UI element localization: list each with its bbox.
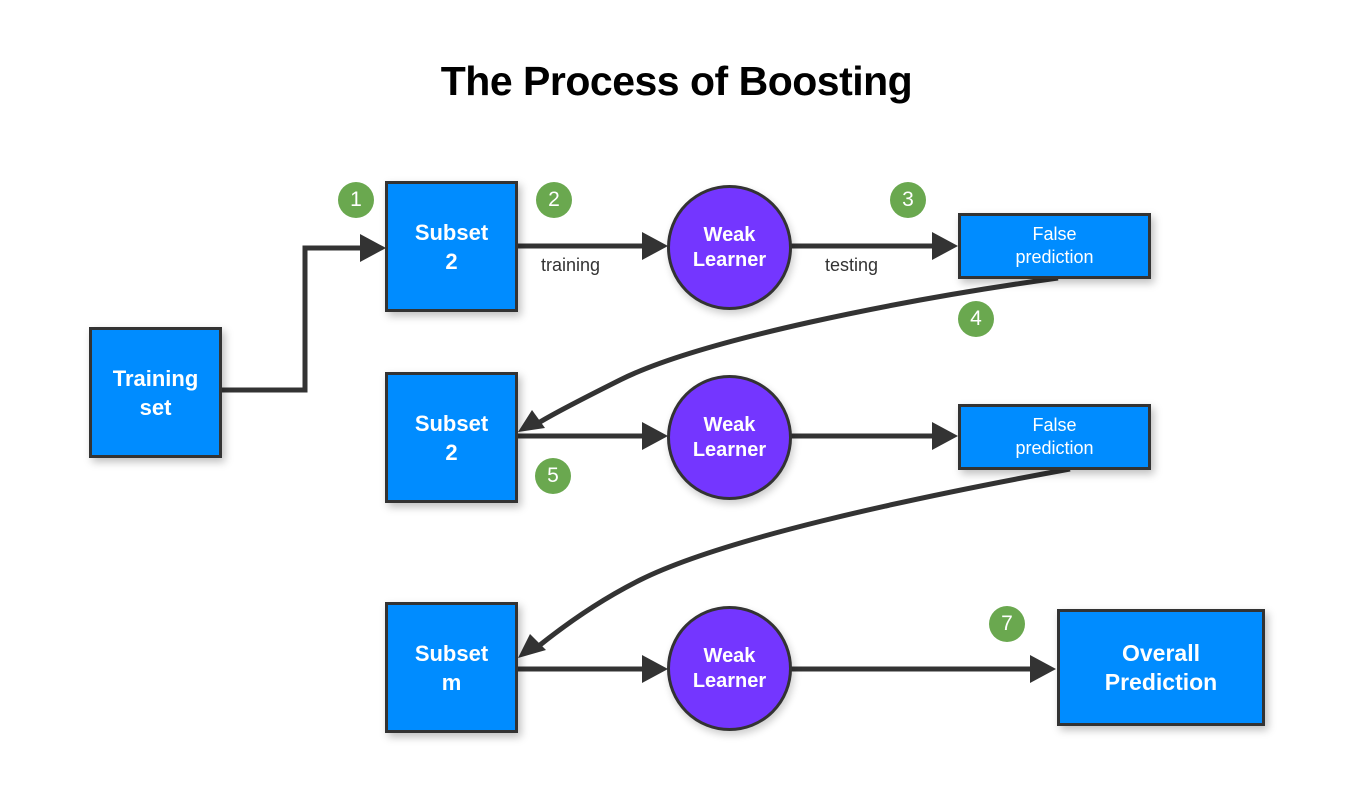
training-set-line1: Training: [112, 365, 199, 391]
false-prediction-row2-line1: False: [1032, 415, 1077, 435]
subset-row2-line2: 2: [445, 439, 458, 465]
false-prediction-row1-line2: prediction: [1015, 247, 1094, 267]
step-badge-4: 4: [958, 301, 994, 337]
weak-learner-row2-line1: Weak: [703, 413, 756, 436]
arrowhead: [642, 655, 668, 683]
subset-row3-line2: m: [441, 669, 462, 695]
subset-row1-line2: 2: [445, 248, 458, 274]
arrowhead: [642, 232, 668, 260]
overall-prediction-box: Overall Prediction: [1057, 609, 1265, 726]
arrowhead: [932, 422, 958, 450]
edge-label-training: training: [541, 255, 601, 275]
subset-box-row2: Subset 2: [385, 372, 518, 503]
subset-box-row3: Subset m: [385, 602, 518, 733]
subset-row3-line1: Subset: [414, 640, 489, 666]
training-set-box: Training set: [89, 327, 222, 458]
overall-prediction-line1: Overall: [1122, 639, 1200, 666]
subset-row1-line1: Subset: [414, 219, 489, 245]
step-badge-2: 2: [536, 182, 572, 218]
weak-learner-row3-line1: Weak: [703, 644, 756, 667]
subset-box-row1: Subset 2: [385, 181, 518, 312]
weak-learner-row2-line2: Learner: [692, 438, 767, 461]
subset-row2-line1: Subset: [414, 410, 489, 436]
step-badge-7: 7: [989, 606, 1025, 642]
weak-learner-row3-line2: Learner: [692, 669, 767, 692]
edge-label-testing: testing: [825, 255, 879, 275]
weak-learner-row2: Weak Learner: [667, 375, 792, 500]
weak-learner-row1: Weak Learner: [667, 185, 792, 310]
false-prediction-row2-line2: prediction: [1015, 438, 1094, 458]
step-badge-5: 5: [535, 458, 571, 494]
arrowhead: [642, 422, 668, 450]
arrowhead: [932, 232, 958, 260]
step-badge-3: 3: [890, 182, 926, 218]
false-prediction-row1-line1: False: [1032, 224, 1077, 244]
arrowhead: [360, 234, 386, 262]
training-set-line2: set: [139, 394, 172, 420]
arrowhead: [1030, 655, 1056, 683]
step-badge-1: 1: [338, 182, 374, 218]
weak-learner-row1-line1: Weak: [703, 223, 756, 246]
false-prediction-row2: False prediction: [958, 404, 1151, 470]
weak-learner-row1-line2: Learner: [692, 248, 767, 271]
false-prediction-row1: False prediction: [958, 213, 1151, 279]
arrowhead: [518, 634, 546, 658]
edge-false1-to-subset2: [538, 275, 1059, 425]
edge-training-to-subset1: [221, 245, 362, 393]
weak-learner-row3: Weak Learner: [667, 606, 792, 731]
overall-prediction-line2: Prediction: [1104, 668, 1218, 695]
